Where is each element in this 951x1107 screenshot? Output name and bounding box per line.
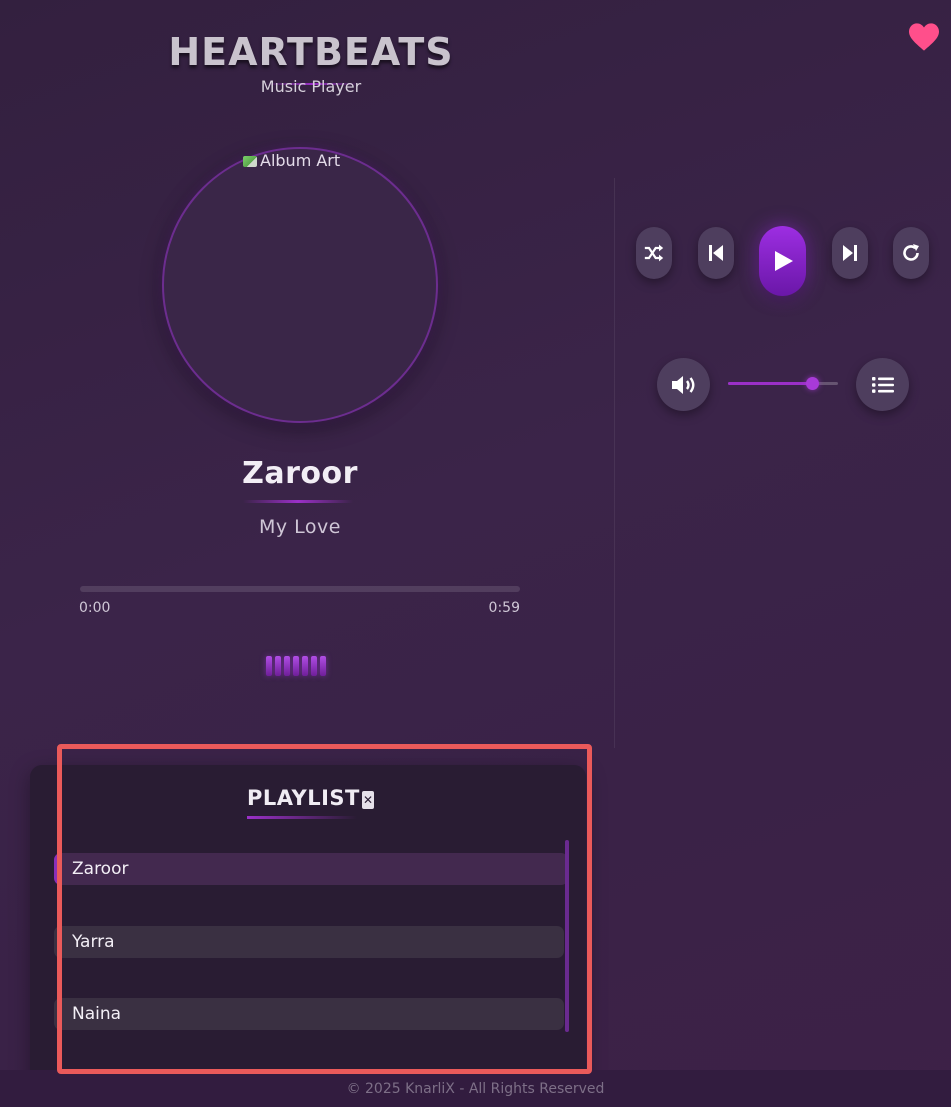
- playlist-heading-underline: [247, 816, 357, 819]
- playlist-close-button[interactable]: ✕: [362, 791, 374, 809]
- playlist-item[interactable]: Naina: [54, 998, 564, 1030]
- shuffle-button[interactable]: [636, 227, 672, 279]
- current-time: 0:00: [79, 600, 111, 616]
- visualizer-bar: [320, 656, 326, 676]
- footer-copyright: © 2025 KnarliX - All Rights Reserved: [346, 1081, 605, 1097]
- song-title: Zaroor: [242, 456, 358, 491]
- volume-fill: [728, 382, 812, 385]
- play-icon: [774, 251, 793, 271]
- visualizer-bar: [266, 656, 272, 676]
- skip-next-icon: [843, 245, 857, 261]
- playlist-heading: PLAYLIST: [247, 786, 360, 810]
- playlist-item-label: Naina: [72, 1004, 122, 1024]
- visualizer-bar: [293, 656, 299, 676]
- repeat-icon: [903, 244, 919, 261]
- duration: 0:59: [488, 600, 520, 616]
- next-button[interactable]: [832, 227, 868, 279]
- visualizer-bar: [284, 656, 290, 676]
- app-subtitle: Music Player: [260, 77, 362, 96]
- audio-visualizer: [266, 656, 336, 676]
- visualizer-bar: [275, 656, 281, 676]
- playlist-item[interactable]: Zaroor: [54, 853, 568, 885]
- playlist-item-label: Yarra: [72, 932, 115, 952]
- volume-slider-thumb[interactable]: [806, 377, 819, 390]
- volume-icon: [671, 375, 694, 394]
- playlist-item-label: Zaroor: [72, 859, 129, 879]
- song-artist: My Love: [259, 516, 341, 538]
- playlist-toggle-button[interactable]: [856, 358, 909, 411]
- app-title: HEARTBEATS: [168, 30, 454, 74]
- previous-button[interactable]: [698, 227, 734, 279]
- skip-previous-icon: [709, 245, 723, 261]
- volume-button[interactable]: [657, 358, 710, 411]
- column-divider: [614, 178, 615, 748]
- song-title-underline: [243, 500, 353, 503]
- playlist-item[interactable]: Yarra: [54, 926, 564, 958]
- repeat-button[interactable]: [893, 227, 929, 279]
- broken-image-icon: [243, 156, 257, 167]
- heart-icon[interactable]: [907, 22, 941, 52]
- visualizer-bar: [302, 656, 308, 676]
- playlist-scrollbar[interactable]: [565, 840, 569, 1032]
- progress-bar[interactable]: [80, 586, 520, 592]
- shuffle-icon: [644, 244, 664, 262]
- album-art-alt-text: Album Art: [243, 151, 403, 170]
- play-button[interactable]: [759, 226, 806, 296]
- visualizer-bar: [311, 656, 317, 676]
- album-art: [162, 147, 438, 423]
- list-icon: [871, 376, 894, 393]
